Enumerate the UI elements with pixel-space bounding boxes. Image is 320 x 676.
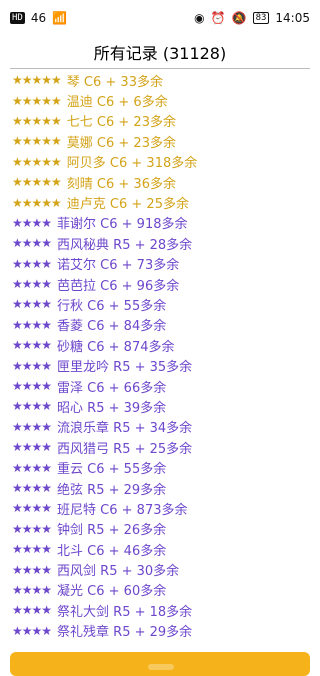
list-item[interactable]: ★★★★ 重云 C6 + 55多余	[12, 457, 312, 478]
list-item[interactable]: ★★★★ 班尼特 C6 + 873多余	[12, 498, 312, 518]
list-item[interactable]: ★★★★ 祭礼大剑 R5 + 18多余	[12, 600, 312, 620]
list-item[interactable]: ★★★★ 菲谢尔 C6 + 918多余	[12, 213, 312, 233]
rarity-stars-icon: ★★★★	[12, 481, 52, 495]
list-item[interactable]: ★★★★★ 莫娜 C6 + 23多余	[12, 131, 312, 151]
list-item[interactable]: ★★★★ 西风秘典 R5 + 28多余	[12, 233, 312, 253]
rarity-stars-icon: ★★★★	[12, 256, 52, 271]
list-item[interactable]: ★★★★ 凝光 C6 + 60多余	[12, 580, 312, 600]
record-label: 班尼特 C6 + 873多余	[57, 502, 188, 518]
record-label: 匣里龙吟 R5 + 35多余	[57, 360, 193, 376]
record-label: 莫娜 C6 + 23多余	[66, 135, 176, 151]
status-right: ◉ ⏰ 🔕 83 14:05	[194, 11, 310, 25]
list-item[interactable]: ★★★★★ 七七 C6 + 23多余	[12, 111, 312, 131]
rarity-stars-icon: ★★★★	[12, 277, 52, 292]
list-item[interactable]: ★★★★ 诺艾尔 C6 + 73多余	[12, 254, 312, 274]
list-item[interactable]: ★★★★ 流浪乐章 R5 + 34多余	[12, 417, 312, 437]
record-label: 西风猎弓 R5 + 25多余	[57, 441, 193, 457]
mute-icon: 🔕	[231, 11, 247, 25]
record-label: 钟剑 R5 + 26多余	[57, 523, 167, 539]
rarity-stars-icon: ★★★★	[12, 317, 52, 332]
rarity-stars-icon: ★★★★★	[12, 175, 62, 190]
rarity-stars-icon: ★★★★	[12, 399, 52, 414]
record-label: 行秋 C6 + 55多余	[57, 298, 167, 314]
record-label: 刻晴 C6 + 36多余	[66, 176, 176, 192]
record-label: 温迪 C6 + 6多余	[66, 95, 168, 111]
rarity-stars-icon: ★★★★★	[12, 73, 62, 88]
rarity-stars-icon: ★★★★	[12, 215, 52, 230]
list-item[interactable]: ★★★★★ 刻晴 C6 + 36多余	[12, 172, 312, 192]
rarity-stars-icon: ★★★★	[12, 623, 52, 638]
list-item[interactable]: ★★★★ 砂糖 C6 + 874多余	[12, 335, 312, 355]
record-label: 琴 C6 + 33多余	[66, 74, 163, 90]
rarity-stars-icon: ★★★★★	[12, 113, 62, 128]
record-label: 流浪乐章 R5 + 34多余	[57, 421, 193, 437]
rarity-stars-icon: ★★★★	[12, 542, 52, 557]
rarity-stars-icon: ★★★★	[12, 358, 52, 373]
list-item[interactable]: ★★★★ 西风猎弓 R5 + 25多余	[12, 437, 312, 457]
record-label: 祭礼残章 R5 + 29多余	[57, 625, 193, 641]
rarity-stars-icon: ★★★★	[12, 440, 52, 455]
record-label: 雷泽 C6 + 66多余	[57, 380, 167, 396]
rarity-stars-icon: ★★★★	[12, 338, 52, 353]
record-label: 绝弦 R5 + 29多余	[57, 482, 167, 498]
record-label: 菲谢尔 C6 + 918多余	[57, 217, 188, 233]
record-label: 西风剑 R5 + 30多余	[57, 564, 180, 580]
rarity-stars-icon: ★★★★★	[12, 93, 62, 108]
rarity-stars-icon: ★★★★★	[12, 134, 62, 149]
record-label: 香菱 C6 + 84多余	[57, 319, 167, 335]
record-label: 诺艾尔 C6 + 73多余	[57, 258, 180, 274]
rarity-stars-icon: ★★★★	[12, 379, 52, 394]
records-list[interactable]: ★★★★★ 琴 C6 + 33多余 ★★★★★ 温迪 C6 + 6多余 ★★★★★ 七七 …	[12, 70, 312, 645]
list-item[interactable]: ★★★★ 钟剑 R5 + 26多余	[12, 519, 312, 539]
record-label: 芭芭拉 C6 + 96多余	[57, 278, 180, 294]
status-left: HD 46 📶	[10, 11, 67, 25]
hd-icon: HD	[10, 12, 25, 24]
list-item[interactable]: ★★★★ 香菱 C6 + 84多余	[12, 315, 312, 335]
eye-icon: ◉	[194, 11, 205, 25]
list-item[interactable]: ★★★★★ 琴 C6 + 33多余	[12, 70, 312, 90]
alarm-icon: ⏰	[210, 11, 226, 25]
divider	[10, 68, 310, 69]
wifi-icon: 📶	[52, 11, 68, 25]
bottom-handle	[148, 664, 174, 670]
record-label: 阿贝多 C6 + 318多余	[66, 156, 198, 172]
rarity-stars-icon: ★★★★	[12, 603, 52, 618]
list-item[interactable]: ★★★★ 祭礼残章 R5 + 29多余	[12, 621, 312, 641]
page-title: 所有记录 (31128)	[93, 44, 227, 63]
rarity-stars-icon: ★★★★	[12, 297, 52, 312]
list-item[interactable]: ★★★★ 匣里龙吟 R5 + 35多余	[12, 355, 312, 376]
record-label: 祭礼大剑 R5 + 18多余	[57, 604, 193, 620]
list-item[interactable]: ★★★★ 昭心 R5 + 39多余	[12, 396, 312, 416]
rarity-stars-icon: ★★★★	[12, 562, 52, 577]
rarity-stars-icon: ★★★★	[12, 419, 52, 434]
list-item[interactable]: ★★★★ 绝弦 R5 + 29多余	[12, 478, 312, 498]
battery-icon: 83	[252, 12, 270, 24]
record-label: 凝光 C6 + 60多余	[57, 584, 167, 600]
record-label: 砂糖 C6 + 874多余	[57, 339, 175, 355]
rarity-stars-icon: ★★★★	[12, 582, 52, 597]
record-label: 重云 C6 + 55多余	[57, 462, 167, 478]
list-item[interactable]: ★★★★ 北斗 C6 + 46多余	[12, 539, 312, 559]
list-item[interactable]: ★★★★ 芭芭拉 C6 + 96多余	[12, 274, 312, 294]
time: 14:05	[275, 11, 310, 25]
list-item[interactable]: ★★★★ 西风剑 R5 + 30多余	[12, 559, 312, 580]
rarity-stars-icon: ★★★★	[12, 236, 52, 251]
rarity-stars-icon: ★★★★★	[12, 195, 62, 210]
record-label: 迪卢克 C6 + 25多余	[66, 197, 189, 213]
rarity-stars-icon: ★★★★	[12, 460, 52, 475]
list-item[interactable]: ★★★★ 行秋 C6 + 55多余	[12, 294, 312, 314]
rarity-stars-icon: ★★★★	[12, 521, 52, 536]
record-label: 昭心 R5 + 39多余	[57, 400, 167, 416]
record-label: 七七 C6 + 23多余	[66, 115, 176, 131]
list-item[interactable]: ★★★★★ 阿贝多 C6 + 318多余	[12, 152, 312, 172]
list-item[interactable]: ★★★★ 雷泽 C6 + 66多余	[12, 376, 312, 396]
record-label: 西风秘典 R5 + 28多余	[57, 237, 193, 253]
list-item[interactable]: ★★★★★ 温迪 C6 + 6多余	[12, 90, 312, 111]
rarity-stars-icon: ★★★★	[12, 501, 52, 516]
signal-icon: 46	[30, 11, 47, 25]
list-item[interactable]: ★★★★★ 迪卢克 C6 + 25多余	[12, 192, 312, 213]
record-label: 北斗 C6 + 46多余	[57, 543, 167, 559]
rarity-stars-icon: ★★★★★	[12, 154, 62, 169]
status-bar: HD 46 📶 ◉ ⏰ 🔕 83 14:05	[0, 0, 320, 36]
